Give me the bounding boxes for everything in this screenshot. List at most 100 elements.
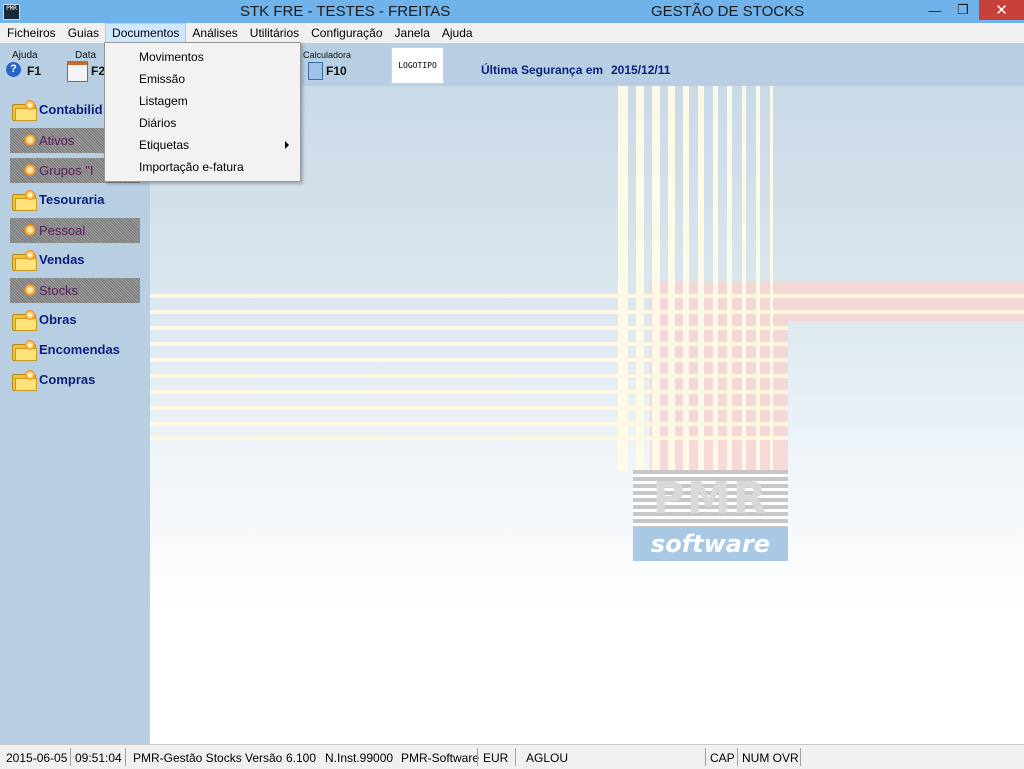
background-stripe [150, 358, 788, 362]
window-subtitle: GESTÃO DE STOCKS [651, 3, 805, 20]
help-tool-label: Ajuda [12, 50, 38, 61]
background-stripe [150, 310, 1024, 314]
menu-ajuda[interactable]: Ajuda [436, 23, 479, 43]
software-logo-text: software [650, 530, 771, 558]
menu-documentos[interactable]: Documentos [105, 23, 187, 43]
background-stripe [727, 86, 732, 471]
folder-icon [12, 190, 37, 211]
menu-item-emissao[interactable]: Emissão [139, 72, 185, 86]
calculator-icon [308, 62, 323, 80]
menu-configuracao[interactable]: Configuração [305, 23, 388, 43]
background-stripe [742, 86, 746, 471]
sidebar-item-encomendas[interactable]: Encomendas [10, 338, 150, 364]
minimize-button[interactable]: — [920, 0, 950, 20]
folder-icon [12, 340, 37, 361]
background-stripe [150, 406, 788, 410]
logo-placeholder: LOGOTIPO [391, 47, 444, 84]
help-icon: ? [6, 62, 21, 77]
background-stripe [150, 436, 788, 440]
background-stripe [618, 86, 628, 471]
sidebar-item-label: Stocks [39, 283, 79, 298]
sidebar-item-label: Contabilid [39, 102, 103, 117]
menu-item-listagem[interactable]: Listagem [139, 94, 188, 108]
menu-item-etiquetas[interactable]: Etiquetas [139, 138, 189, 152]
menu-utilitarios[interactable]: Utilitários [244, 23, 305, 43]
calendar-icon [67, 61, 88, 82]
background-stripe [150, 374, 788, 378]
folder-icon [12, 100, 37, 121]
status-divider [737, 748, 738, 766]
menu-item-movimentos[interactable]: Movimentos [139, 50, 204, 64]
app-icon[interactable]: PMR [3, 4, 20, 20]
status-divider [800, 748, 801, 766]
menu-ficheiros[interactable]: Ficheiros [0, 23, 62, 43]
status-divider [125, 748, 126, 766]
date-tool-label: Data [75, 50, 97, 61]
background-band [650, 281, 1024, 321]
status-currency: EUR [483, 751, 509, 765]
sidebar-item-label: Obras [39, 312, 77, 327]
status-divider [70, 748, 71, 766]
workspace: PMR software [150, 86, 1024, 744]
sidebar-item-pessoal[interactable]: Pessoal [10, 218, 140, 243]
calculator-tool-label: Calculadora [303, 50, 352, 60]
sidebar-item-vendas[interactable]: Vendas [10, 248, 150, 274]
sidebar-item-label: Compras [39, 372, 96, 387]
menu-bar: Ficheiros Guias Documentos Análises Util… [0, 23, 1024, 43]
background-stripe [683, 86, 689, 471]
background-stripe [150, 294, 1024, 298]
pmr-logo-text: PMR [652, 473, 769, 524]
status-version-label: Versão [245, 751, 283, 765]
restore-button[interactable]: ❐ [950, 0, 976, 20]
sidebar-item-tesouraria[interactable]: Tesouraria [10, 188, 150, 214]
background-stripe [150, 342, 788, 346]
sidebar: Contabilid Ativos Grupos "I Tesouraria P… [0, 86, 150, 744]
last-backup-label: Última Segurança em [481, 63, 604, 77]
background-stripe [713, 86, 718, 471]
sidebar-item-label: Ativos [39, 133, 75, 148]
submenu-arrow-icon [285, 141, 289, 149]
status-vendor: PMR-Software [401, 751, 480, 765]
documentos-dropdown: Movimentos Emissão Listagem Diários Etiq… [104, 42, 301, 182]
background-stripe [652, 86, 660, 471]
menu-item-importacao-efatura[interactable]: Importação e-fatura [139, 160, 244, 174]
menu-item-diarios[interactable]: Diários [139, 116, 176, 130]
gear-icon [24, 224, 36, 236]
status-app: PMR-Gestão Stocks [133, 751, 242, 765]
title-bar: PMR STK FRE - TESTES - FREITAS GESTÃO DE… [0, 0, 1024, 23]
gear-icon [24, 134, 36, 146]
sidebar-item-label: Vendas [39, 252, 85, 267]
background-stripe [756, 86, 760, 471]
status-date: 2015-06-05 [6, 751, 68, 765]
background-stripe [668, 86, 675, 471]
menu-janela[interactable]: Janela [389, 23, 436, 43]
background-stripe [150, 390, 788, 394]
sidebar-item-label: Encomendas [39, 342, 120, 357]
status-version: 6.100 [286, 751, 317, 765]
status-divider [515, 748, 516, 766]
background-stripe [150, 326, 788, 330]
sidebar-item-obras[interactable]: Obras [10, 308, 150, 334]
menu-analises[interactable]: Análises [186, 23, 243, 43]
folder-icon [12, 250, 37, 271]
status-time: 09:51:04 [75, 751, 122, 765]
date-tool-key: F2 [91, 64, 106, 78]
folder-icon [12, 310, 37, 331]
sidebar-item-compras[interactable]: Compras [10, 368, 150, 394]
sidebar-item-label: Tesouraria [39, 192, 105, 207]
help-tool-key: F1 [27, 64, 42, 78]
sidebar-item-label: Pessoal [39, 223, 86, 238]
background-stripe [770, 86, 773, 471]
sidebar-item-stocks[interactable]: Stocks [10, 278, 140, 303]
status-divider [705, 748, 706, 766]
gear-icon [24, 164, 36, 176]
status-caps: CAP [710, 751, 735, 765]
status-user: AGLOU [526, 751, 569, 765]
close-button[interactable]: ✕ [979, 0, 1024, 20]
status-num-ovr: NUM OVR [742, 751, 799, 765]
folder-icon [12, 370, 37, 391]
background-stripe [698, 86, 704, 471]
background-stripe [636, 86, 644, 471]
last-backup-date: 2015/12/11 [611, 63, 671, 77]
menu-guias[interactable]: Guias [62, 23, 105, 43]
